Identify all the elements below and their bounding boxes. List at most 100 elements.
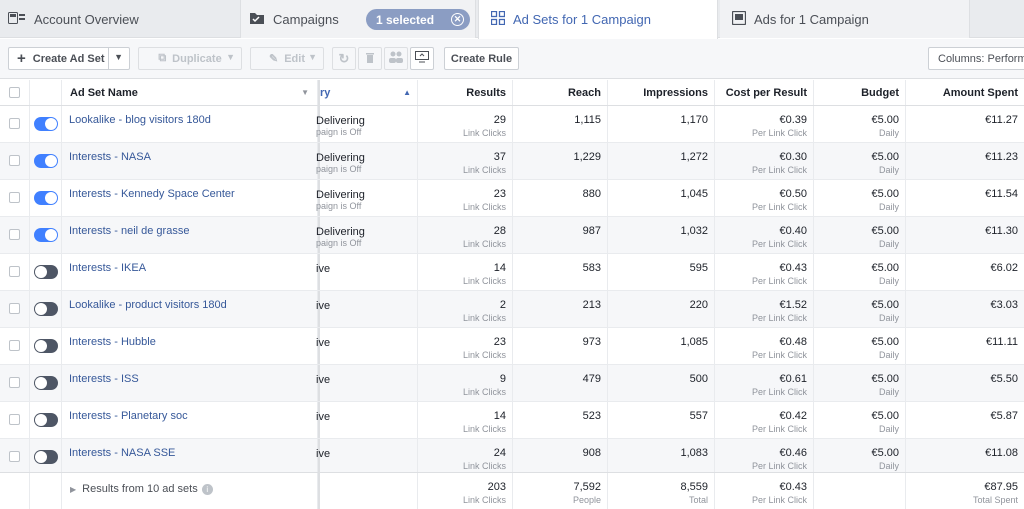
row-budget-cell[interactable]: €5.00 Daily — [814, 217, 906, 253]
tab-account-overview[interactable]: Account Overview — [8, 0, 238, 38]
ad-set-name-link[interactable]: Interests - Planetary soc — [62, 402, 317, 422]
clear-selection-icon[interactable]: ✕ — [451, 13, 464, 26]
header-budget[interactable]: Budget — [814, 80, 906, 105]
header-reach[interactable]: Reach — [513, 80, 608, 105]
row-checkbox[interactable] — [9, 414, 20, 425]
create-rule-button[interactable]: Create Rule — [444, 47, 519, 70]
ad-set-toggle[interactable] — [34, 376, 58, 390]
row-toggle-cell — [30, 328, 62, 364]
ad-set-toggle[interactable] — [34, 302, 58, 316]
spent-value: €11.54 — [985, 188, 1018, 200]
row-budget-cell[interactable]: €5.00 Daily — [814, 365, 906, 401]
row-budget-cell[interactable]: €5.00 Daily — [814, 328, 906, 364]
results-sub: Link Clicks — [462, 313, 506, 323]
edit-caret-icon: ▼ — [308, 52, 317, 62]
table-row[interactable]: Interests - Kennedy Space Center Deliver… — [0, 180, 1024, 217]
ad-set-name-link[interactable]: Lookalike - product visitors 180d — [62, 291, 317, 311]
ad-set-toggle[interactable] — [34, 413, 58, 427]
header-cost-per-result[interactable]: Cost per Result — [715, 80, 814, 105]
audience-button[interactable] — [384, 47, 408, 70]
ad-set-name-link[interactable]: Interests - neil de grasse — [62, 217, 317, 237]
preview-button[interactable] — [410, 47, 434, 70]
row-checkbox[interactable] — [9, 229, 20, 240]
row-toggle-cell — [30, 143, 62, 179]
row-delivery-cell: ive — [316, 291, 418, 327]
ad-set-name-link[interactable]: Interests - Kennedy Space Center — [62, 180, 317, 200]
ad-set-name-link[interactable]: Interests - ISS — [62, 365, 317, 385]
row-spent-cell: €11.08 — [906, 439, 1024, 475]
ad-set-toggle[interactable] — [34, 450, 58, 464]
row-budget-cell[interactable]: €5.00 Daily — [814, 180, 906, 216]
footer-delivery — [318, 473, 418, 509]
header-ad-set-name[interactable]: Ad Set Name ▼ — [62, 80, 318, 105]
duplicate-icon: ⧉ — [158, 52, 167, 64]
row-toggle-cell — [30, 365, 62, 401]
delivery-substatus: paign is Off — [316, 201, 362, 211]
ad-set-toggle[interactable] — [34, 191, 58, 205]
ad-set-toggle[interactable] — [34, 154, 58, 168]
table-row[interactable]: Interests - Hubble ive 23 Link Clicks 97… — [0, 328, 1024, 365]
results-value: 23 — [493, 336, 506, 348]
ad-set-name-link[interactable]: Interests - NASA — [62, 143, 317, 163]
columns-dropdown[interactable]: Columns: Perform — [928, 47, 1024, 70]
ad-set-name-link[interactable]: Interests - IKEA — [62, 254, 317, 274]
create-dropdown-caret-icon[interactable]: ▼ — [114, 52, 123, 62]
row-checkbox[interactable] — [9, 192, 20, 203]
ad-set-name-link[interactable]: Interests - Hubble — [62, 328, 317, 348]
info-icon[interactable]: i — [201, 484, 213, 495]
footer-empty — [0, 473, 30, 509]
edit-button[interactable]: ✎ Edit ▼ — [250, 47, 324, 70]
sort-caret-icon[interactable]: ▼ — [301, 88, 309, 97]
header-impressions[interactable]: Impressions — [608, 80, 715, 105]
selected-pill[interactable]: 1 selected ✕ — [366, 9, 470, 30]
table-row[interactable]: Interests - NASA Delivering paign is Off… — [0, 143, 1024, 180]
row-budget-cell[interactable]: €5.00 Daily — [814, 254, 906, 290]
table-row[interactable]: Interests - NASA SSE ive 24 Link Clicks … — [0, 439, 1024, 476]
table-row[interactable]: Interests - ISS ive 9 Link Clicks 479 50… — [0, 365, 1024, 402]
table-row[interactable]: Interests - IKEA ive 14 Link Clicks 583 … — [0, 254, 1024, 291]
row-checkbox[interactable] — [9, 340, 20, 351]
delete-button[interactable] — [358, 47, 382, 70]
header-results[interactable]: Results — [418, 80, 513, 105]
create-ad-set-button[interactable]: + Create Ad Set ▼ — [8, 47, 130, 70]
row-checkbox[interactable] — [9, 155, 20, 166]
table-row[interactable]: Interests - neil de grasse Delivering pa… — [0, 217, 1024, 254]
row-budget-cell[interactable]: €5.00 Daily — [814, 291, 906, 327]
row-budget-cell[interactable]: €5.00 Daily — [814, 402, 906, 438]
row-checkbox[interactable] — [9, 118, 20, 129]
row-checkbox[interactable] — [9, 303, 20, 314]
table-row[interactable]: Lookalike - blog visitors 180d Deliverin… — [0, 106, 1024, 143]
row-budget-cell[interactable]: €5.00 Daily — [814, 439, 906, 475]
impressions-value: 220 — [689, 299, 708, 311]
header-delivery[interactable]: ry ▲ — [318, 80, 418, 105]
tab-ads[interactable]: Ads for 1 Campaign — [720, 0, 970, 38]
tab-ad-sets[interactable]: Ad Sets for 1 Campaign — [478, 0, 718, 39]
header-amount-spent[interactable]: Amount Spent — [906, 80, 1024, 105]
refresh-button[interactable]: ↻ — [332, 47, 356, 70]
budget-sub: Daily — [878, 165, 899, 175]
ad-set-toggle[interactable] — [34, 339, 58, 353]
row-budget-cell[interactable]: €5.00 Daily — [814, 106, 906, 142]
spent-value: €6.02 — [990, 262, 1018, 274]
ad-set-toggle[interactable] — [34, 117, 58, 131]
footer-summary[interactable]: ▶ Results from 10 ad sets i — [62, 473, 318, 509]
ad-set-toggle[interactable] — [34, 228, 58, 242]
table-row[interactable]: Interests - Planetary soc ive 14 Link Cl… — [0, 402, 1024, 439]
spent-value: €11.08 — [985, 447, 1018, 459]
row-impressions-cell: 595 — [608, 254, 715, 290]
ad-set-name-link[interactable]: Interests - NASA SSE — [62, 439, 317, 459]
row-checkbox[interactable] — [9, 451, 20, 462]
select-all-checkbox[interactable] — [9, 87, 20, 98]
ad-set-name-link[interactable]: Lookalike - blog visitors 180d — [62, 106, 317, 126]
table-row[interactable]: Lookalike - product visitors 180d ive 2 … — [0, 291, 1024, 328]
duplicate-button[interactable]: ⧉ Duplicate ▼ — [138, 47, 242, 70]
row-budget-cell[interactable]: €5.00 Daily — [814, 143, 906, 179]
row-checkbox[interactable] — [9, 266, 20, 277]
row-checkbox[interactable] — [9, 377, 20, 388]
row-reach-cell: 213 — [513, 291, 608, 327]
tab-campaigns-label: Campaigns — [273, 11, 339, 27]
impressions-value: 1,083 — [680, 447, 708, 459]
results-value: 2 — [499, 299, 506, 311]
expand-arrow-icon[interactable]: ▶ — [70, 485, 76, 494]
ad-set-toggle[interactable] — [34, 265, 58, 279]
